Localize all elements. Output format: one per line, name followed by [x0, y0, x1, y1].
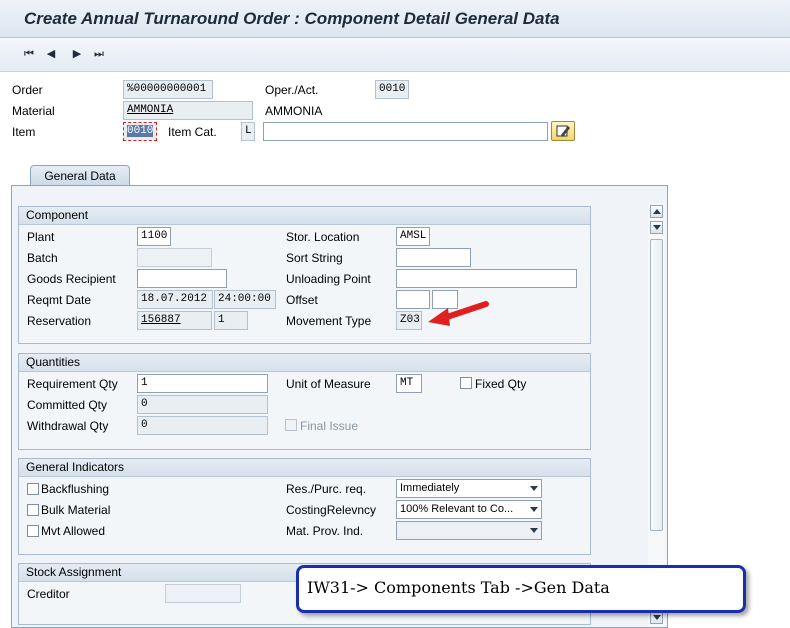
- unit-of-measure-label: Unit of Measure: [286, 377, 371, 391]
- res-purc-req-dropdown[interactable]: Immediately: [396, 479, 542, 498]
- sort-string-label: Sort String: [286, 251, 343, 265]
- creditor-label: Creditor: [27, 587, 70, 601]
- fixed-qty-label: Fixed Qty: [475, 377, 527, 391]
- edit-long-text-icon[interactable]: [551, 121, 575, 141]
- chevron-down-icon: [530, 528, 538, 533]
- annotation-arrow-icon: [428, 301, 489, 326]
- final-issue-checkbox[interactable]: [285, 419, 297, 431]
- material-field[interactable]: AMMONIA: [123, 101, 253, 120]
- goods-recipient-field[interactable]: [137, 269, 227, 288]
- stor-location-field[interactable]: AMSL: [396, 227, 430, 246]
- next-page-icon[interactable]: ▶: [70, 47, 84, 61]
- first-page-icon[interactable]: ⏮: [22, 47, 36, 61]
- reservation-label: Reservation: [27, 314, 92, 328]
- costing-relevancy-value: 100% Relevant to Co...: [400, 503, 514, 515]
- committed-qty-label: Committed Qty: [27, 398, 108, 412]
- unit-of-measure-field[interactable]: MT: [396, 374, 422, 393]
- order-field[interactable]: %00000000001: [123, 80, 213, 99]
- plant-label: Plant: [27, 230, 55, 244]
- item-text-field[interactable]: [263, 122, 548, 141]
- requirement-qty-label: Requirement Qty: [27, 377, 118, 391]
- material-description: AMMONIA: [265, 104, 323, 118]
- costing-relevancy-label: CostingRelevncy: [286, 503, 377, 517]
- itemcat-field[interactable]: L: [241, 122, 255, 141]
- stor-location-label: Stor. Location: [286, 230, 360, 244]
- requirement-qty-field[interactable]: 1: [137, 374, 268, 393]
- mvt-allowed-label: Mvt Allowed: [41, 524, 106, 538]
- chevron-down-icon: [530, 507, 538, 512]
- tab-general-data[interactable]: General Data: [30, 165, 130, 186]
- item-label: Item: [12, 125, 36, 139]
- reqmt-time-field[interactable]: 24:00:00: [214, 290, 276, 309]
- res-purc-req-value: Immediately: [400, 482, 460, 494]
- scroll-down-icon[interactable]: [650, 221, 663, 234]
- annotation-text: IW31-> Components Tab ->Gen Data: [307, 578, 610, 597]
- scroll-thumb[interactable]: [650, 239, 663, 531]
- withdrawal-qty-label: Withdrawal Qty: [27, 419, 109, 433]
- movement-type-field[interactable]: Z03: [396, 311, 422, 330]
- window-title: Create Annual Turnaround Order : Compone…: [24, 9, 560, 28]
- unloading-point-field[interactable]: [396, 269, 577, 288]
- item-value: 0010: [127, 125, 154, 137]
- mat-prov-ind-label: Mat. Prov. Ind.: [286, 524, 364, 538]
- batch-label: Batch: [27, 251, 58, 265]
- sort-string-field[interactable]: [396, 248, 471, 267]
- itemcat-label: Item Cat.: [168, 125, 217, 139]
- component-group-title: Component: [19, 207, 590, 225]
- withdrawal-qty-field[interactable]: 0: [137, 416, 268, 435]
- annotation-callout: IW31-> Components Tab ->Gen Data: [296, 565, 746, 613]
- quantities-group-title: Quantities: [19, 354, 590, 372]
- reqmt-date-label: Reqmt Date: [27, 293, 92, 307]
- backflushing-checkbox[interactable]: [27, 483, 39, 495]
- vertical-scrollbar[interactable]: [648, 203, 665, 627]
- previous-page-icon[interactable]: ◀: [44, 47, 58, 61]
- chevron-down-icon: [530, 486, 538, 491]
- operact-field[interactable]: 0010: [375, 80, 409, 99]
- mat-prov-ind-dropdown[interactable]: [396, 521, 542, 540]
- creditor-field[interactable]: [165, 584, 241, 603]
- bulk-material-checkbox[interactable]: [27, 504, 39, 516]
- bulk-material-label: Bulk Material: [41, 503, 111, 517]
- reservation-field[interactable]: 156887: [137, 311, 212, 330]
- reqmt-date-field[interactable]: 18.07.2012: [137, 290, 213, 309]
- material-label: Material: [12, 104, 55, 118]
- batch-field[interactable]: [137, 248, 212, 267]
- backflushing-label: Backflushing: [41, 482, 110, 496]
- item-field[interactable]: 0010: [123, 122, 157, 141]
- costing-relevancy-dropdown[interactable]: 100% Relevant to Co...: [396, 500, 542, 519]
- mvt-allowed-checkbox[interactable]: [27, 525, 39, 537]
- unloading-point-label: Unloading Point: [286, 272, 371, 286]
- operact-label: Oper./Act.: [265, 83, 319, 97]
- last-page-icon[interactable]: ⏭: [92, 47, 106, 61]
- general-indicators-group-title: General Indicators: [19, 459, 590, 477]
- offset-label: Offset: [286, 293, 318, 307]
- title-bar: Create Annual Turnaround Order : Compone…: [0, 0, 790, 38]
- fixed-qty-checkbox[interactable]: [460, 377, 472, 389]
- plant-field[interactable]: 1100: [137, 227, 171, 246]
- goods-recipient-label: Goods Recipient: [27, 272, 116, 286]
- reservation-item-field[interactable]: 1: [214, 311, 248, 330]
- toolbar: ⏮ ◀ ▶ ⏭: [0, 38, 790, 72]
- committed-qty-field[interactable]: 0: [137, 395, 268, 414]
- scroll-up-icon[interactable]: [650, 205, 663, 218]
- res-purc-req-label: Res./Purc. req.: [286, 482, 367, 496]
- final-issue-label: Final Issue: [300, 419, 359, 433]
- movement-type-label: Movement Type: [286, 314, 372, 328]
- order-label: Order: [12, 83, 43, 97]
